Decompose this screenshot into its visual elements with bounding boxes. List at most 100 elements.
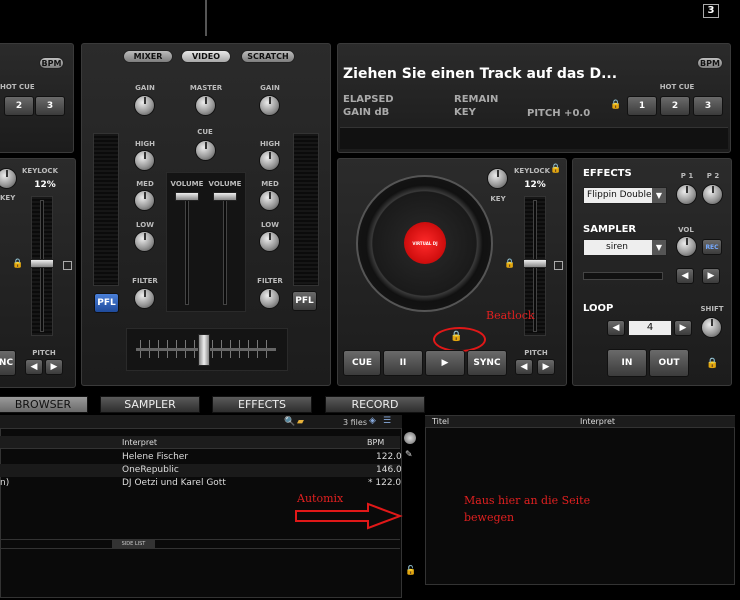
volume-label-right: VOLUME: [208, 180, 242, 188]
left-lock-icon[interactable]: 🔒: [12, 259, 23, 269]
mixer-tab-video[interactable]: VIDEO: [181, 50, 231, 63]
column-bpm[interactable]: BPM: [367, 438, 384, 447]
pfl-button-right[interactable]: PFL: [292, 291, 317, 311]
list-icon[interactable]: ☰: [383, 416, 391, 426]
note-icon[interactable]: ✎: [405, 450, 413, 460]
filter-label-right: FILTER: [257, 277, 283, 285]
sampler-select[interactable]: siren ▼: [583, 239, 667, 256]
gain-label-left: GAIN: [135, 84, 155, 92]
loop-shift-knob[interactable]: [701, 317, 722, 338]
loop-next-button[interactable]: ▶: [674, 320, 692, 336]
effect-p1-knob[interactable]: [676, 184, 697, 205]
column-titel[interactable]: Titel: [432, 417, 449, 426]
med-knob-right[interactable]: [259, 190, 280, 211]
column-interpret[interactable]: Interpret: [122, 438, 157, 447]
transport-pause-button[interactable]: II: [383, 350, 423, 376]
vu-meter-left: [93, 133, 119, 286]
gain-knob-right[interactable]: [259, 95, 280, 116]
globe-icon[interactable]: [404, 432, 416, 444]
mixer-tab-scratch[interactable]: SCRATCH: [241, 50, 295, 63]
table-row[interactable]: n) DJ Oetzi und Karel Gott * 122.0: [0, 477, 401, 490]
right-pitch-reset[interactable]: [554, 261, 563, 270]
right-hot-cue-1[interactable]: 1: [627, 96, 657, 116]
side-list-button[interactable]: SIDE LIST: [112, 540, 155, 548]
view-icon[interactable]: ◈: [369, 416, 376, 426]
elapsed-label: ELAPSED: [343, 94, 394, 105]
sampler-vol-knob[interactable]: [676, 236, 697, 257]
left-keylock-label: KEYLOCK: [22, 167, 58, 175]
left-pitch-down[interactable]: ◀: [25, 359, 43, 375]
effect-select[interactable]: Flippin Double ▼: [583, 187, 667, 204]
shift-label: SHIFT: [700, 305, 724, 313]
left-bpm-button[interactable]: BPM: [39, 57, 64, 69]
right-pitch-lock-icon[interactable]: 🔒: [504, 259, 515, 269]
tab-record[interactable]: RECORD: [325, 396, 425, 413]
top-divider: [205, 0, 207, 36]
right-hot-cue-3[interactable]: 3: [693, 96, 723, 116]
med-label-right: MED: [261, 180, 279, 188]
unlock-icon[interactable]: 🔓: [405, 566, 416, 576]
transport-cue-button[interactable]: CUE: [343, 350, 381, 376]
left-pitch-up[interactable]: ▶: [45, 359, 63, 375]
tab-sampler[interactable]: SAMPLER: [100, 396, 200, 413]
beatlock-annotation: Beatlock: [486, 309, 535, 322]
right-keylock-icon[interactable]: 🔒: [550, 164, 561, 174]
effect-p2-knob[interactable]: [702, 184, 723, 205]
transport-play-button[interactable]: ▶: [425, 350, 465, 376]
low-label-left: LOW: [136, 221, 154, 229]
left-hot-cue-3[interactable]: 3: [35, 96, 65, 116]
high-knob-left[interactable]: [134, 150, 155, 171]
crossfader-cap[interactable]: [198, 334, 210, 366]
sampler-prev-button[interactable]: ◀: [676, 268, 694, 284]
right-pitch-fader[interactable]: [523, 259, 547, 268]
left-hot-cue-2[interactable]: 2: [4, 96, 34, 116]
loop-lock-icon[interactable]: 🔒: [706, 358, 718, 369]
low-knob-right[interactable]: [259, 231, 280, 252]
table-row[interactable]: Helene Fischer 122.0: [0, 451, 402, 464]
left-hot-cue-label: HOT CUE: [0, 83, 35, 91]
right-pitch-up[interactable]: ▶: [537, 359, 555, 375]
gain-knob-left[interactable]: [134, 95, 155, 116]
tab-browser[interactable]: BROWSER: [0, 396, 88, 413]
right-bpm-button[interactable]: BPM: [697, 57, 723, 69]
browser-toolbar: [0, 415, 402, 429]
cue-knob[interactable]: [195, 140, 216, 161]
master-knob[interactable]: [195, 95, 216, 116]
left-pitch-reset[interactable]: [63, 261, 72, 270]
table-row[interactable]: OneRepublic 146.0: [0, 464, 402, 477]
vol-label: VOL: [678, 226, 694, 234]
left-pitch-fader[interactable]: [30, 259, 54, 268]
sampler-rec-button[interactable]: REC: [702, 239, 722, 255]
low-knob-left[interactable]: [134, 231, 155, 252]
volume-fader-right[interactable]: [213, 192, 237, 201]
search-icon[interactable]: 🔍: [284, 417, 295, 427]
left-sync-button[interactable]: NC: [0, 350, 16, 376]
right-key-knob[interactable]: [487, 168, 508, 189]
filter-knob-left[interactable]: [134, 288, 155, 309]
high-knob-right[interactable]: [259, 150, 280, 171]
folder-icon[interactable]: ▰: [297, 417, 304, 427]
left-pitch-label: PITCH: [32, 349, 56, 357]
transport-sync-button[interactable]: SYNC: [467, 350, 507, 376]
right-pitch-down[interactable]: ◀: [515, 359, 533, 375]
loop-out-button[interactable]: OUT: [649, 349, 689, 377]
column-interpret-right[interactable]: Interpret: [580, 417, 615, 426]
right-hot-cue-2[interactable]: 2: [660, 96, 690, 116]
effect-select-value: Flippin Double: [587, 190, 652, 200]
volume-fader-left[interactable]: [175, 192, 199, 201]
sampler-next-button[interactable]: ▶: [702, 268, 720, 284]
tab-effects[interactable]: EFFECTS: [212, 396, 312, 413]
pfl-button-left[interactable]: PFL: [94, 293, 119, 313]
row-prefix: n): [0, 478, 10, 488]
loop-in-button[interactable]: IN: [607, 349, 647, 377]
mixer-tab-mixer[interactable]: MIXER: [123, 50, 173, 63]
right-hot-cue-label: HOT CUE: [659, 83, 695, 91]
right-header-lock-icon[interactable]: 🔒: [610, 100, 621, 110]
volume-label-left: VOLUME: [170, 180, 204, 188]
loop-title: LOOP: [583, 303, 614, 314]
filter-knob-right[interactable]: [259, 288, 280, 309]
right-track-title: Ziehen Sie einen Track auf das D...: [343, 66, 618, 82]
loop-prev-button[interactable]: ◀: [607, 320, 625, 336]
med-knob-left[interactable]: [134, 190, 155, 211]
platter-label: VIRTUAL DJ: [404, 222, 446, 264]
